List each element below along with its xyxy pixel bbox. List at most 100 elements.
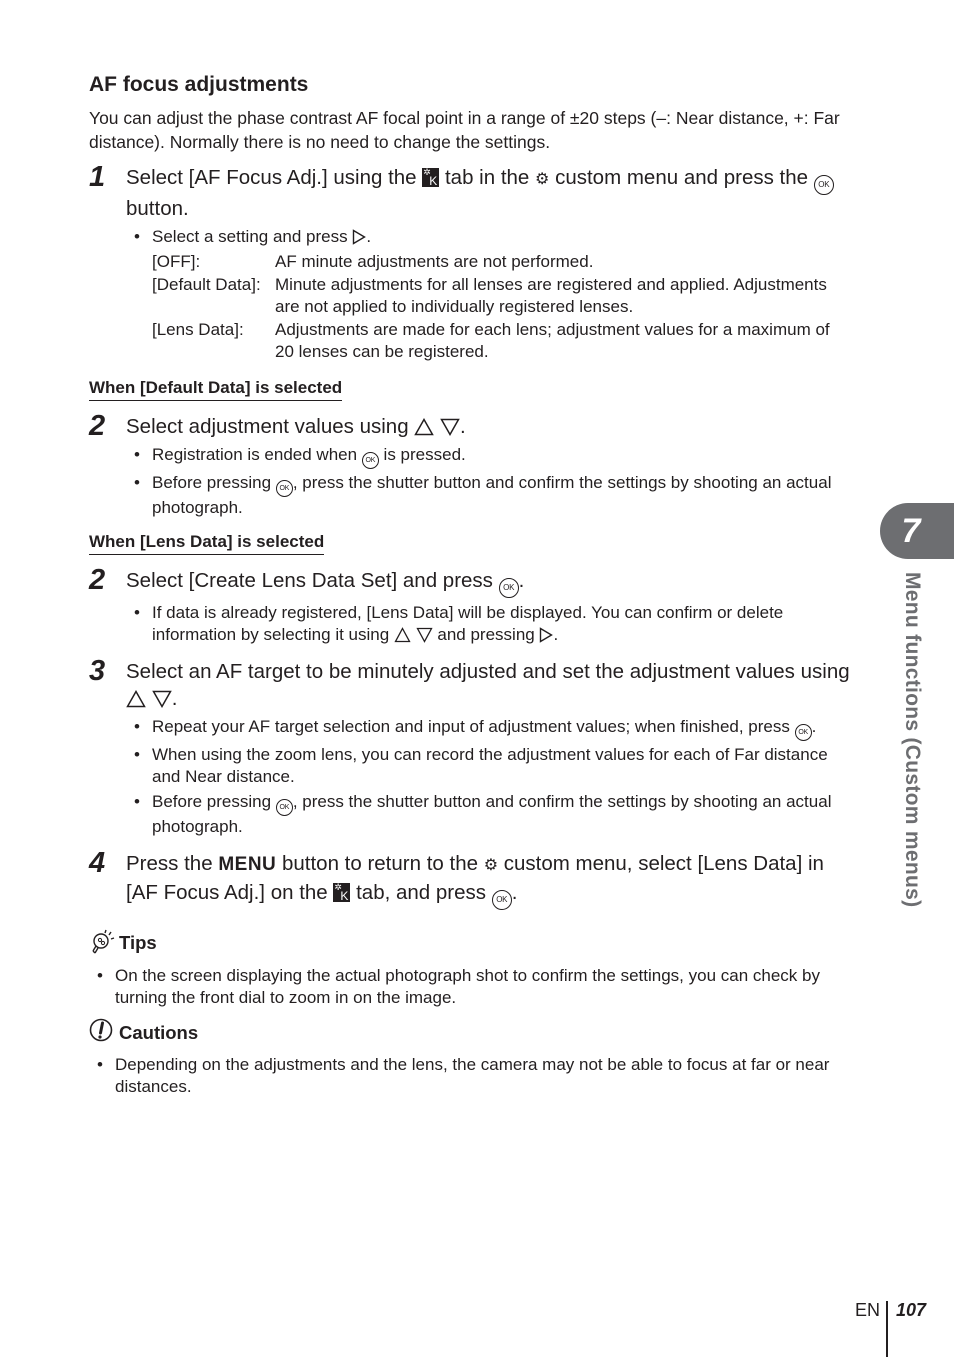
step-text: Select [Create Lens Data Set] and press …	[126, 567, 850, 598]
lens-step-3: 3 Select an AF target to be minutely adj…	[89, 654, 850, 838]
caution-icon	[89, 1017, 119, 1050]
option-term: [Lens Data]:	[152, 319, 244, 339]
cautions-list: Depending on the adjustments and the len…	[89, 1054, 850, 1098]
right-arrow-icon	[353, 229, 367, 245]
text-fragment: .	[511, 880, 518, 904]
lens-step-4: 4 Press the MENU button to return to the…	[89, 846, 850, 910]
step-number: 4	[89, 846, 106, 879]
option-term: [Default Data]:	[152, 274, 261, 294]
text-fragment: .	[811, 716, 817, 736]
step-text: Select [AF Focus Adj.] using the ✲ K tab …	[126, 164, 850, 222]
text-fragment: Select an AF target to be minutely adjus…	[126, 659, 850, 683]
bullet-item: When using the zoom lens, you can record…	[134, 744, 850, 788]
text-fragment: and pressing	[437, 624, 535, 644]
option-row: [Default Data]: Minute adjustments for al…	[152, 274, 850, 319]
lightbulb-icon	[89, 926, 119, 961]
tips-title: Tips	[119, 932, 157, 953]
text-fragment: Before pressing	[152, 791, 272, 811]
chapter-label: Menu functions (Custom menus)	[901, 572, 924, 908]
custom-menu-gear-icon: ⚙	[535, 171, 550, 188]
text-fragment: button.	[126, 197, 189, 220]
text-fragment: Select [Create Lens Data Set] and press	[126, 568, 493, 592]
ok-button-icon: OK	[361, 451, 379, 469]
lens-step-2: 2 Select [Create Lens Data Set] and pres…	[89, 563, 850, 646]
text-fragment: .	[518, 568, 525, 592]
step-text: Press the MENU button to return to the ⚙…	[126, 850, 850, 910]
subheading-default-data: When [Default Data] is selected	[89, 378, 343, 401]
bullet-item: Repeat your AF target selection and inpu…	[134, 716, 850, 741]
text-fragment: .	[553, 624, 559, 644]
chapter-tab: 7	[880, 503, 954, 559]
page-number: 107	[896, 1300, 927, 1320]
tip-item: On the screen displaying the actual phot…	[97, 965, 850, 1009]
up-arrow-icon	[126, 689, 146, 707]
af-tab-icon: ✲ K	[333, 881, 351, 903]
option-desc: Adjustments are made for each lens; adju…	[275, 319, 830, 362]
section-title: AF focus adjustments	[89, 72, 850, 98]
step-number: 2	[89, 563, 106, 596]
custom-menu-gear-icon: ⚙	[483, 856, 499, 874]
option-desc: Minute adjustments for all lenses are re…	[275, 274, 827, 317]
down-arrow-icon	[151, 690, 172, 708]
text-fragment: custom menu and press the	[555, 166, 809, 189]
text-fragment: .	[460, 414, 466, 438]
text-fragment: Before pressing	[152, 472, 272, 492]
option-term: [OFF]:	[152, 252, 201, 271]
bullet-item: Registration is ended when OK is pressed…	[134, 444, 850, 469]
intro-paragraph: You can adjust the phase contrast AF foc…	[89, 108, 840, 152]
step-1: 1 Select [AF Focus Adj.] using the ✲ K ta…	[89, 161, 850, 364]
text-fragment: Select [AF Focus Adj.] using the	[126, 166, 417, 189]
option-row: [Lens Data]: Adjustments are made for eac…	[152, 319, 850, 364]
text-fragment: Select a setting and press	[152, 227, 348, 246]
cautions-header: Cautions	[89, 1017, 850, 1050]
step-number: 2	[89, 409, 106, 442]
text-fragment: tab, and press	[356, 880, 487, 904]
ok-button-icon: OK	[491, 889, 512, 910]
down-arrow-icon	[416, 627, 433, 643]
cautions-title: Cautions	[119, 1022, 199, 1043]
default-step-2-bullets: Registration is ended when OK is pressed…	[126, 444, 850, 519]
tips-header: Tips	[89, 926, 850, 961]
step-text: Select an AF target to be minutely adjus…	[126, 658, 850, 712]
text-fragment: .	[171, 686, 178, 710]
text-fragment: When using the zoom lens, you can record…	[152, 744, 828, 786]
footer-language: EN	[855, 1300, 881, 1320]
step-number: 1	[89, 161, 106, 193]
tips-list: On the screen displaying the actual phot…	[89, 965, 850, 1009]
option-row: [OFF]: AF minute adjustments are not perf…	[152, 251, 850, 274]
right-arrow-icon	[540, 626, 554, 643]
text-fragment: Registration is ended when	[152, 444, 358, 464]
text-fragment: is pressed.	[383, 444, 466, 464]
text-fragment: button to return to the	[281, 851, 478, 875]
step-text: Select adjustment values using .	[126, 413, 850, 440]
step-1-bullets: Select a setting and press .	[126, 226, 850, 248]
af-tab-icon: ✲ K	[422, 167, 440, 188]
lens-step-3-bullets: Repeat your AF target selection and inpu…	[126, 716, 850, 838]
options-table: [OFF]: AF minute adjustments are not perf…	[152, 251, 850, 364]
option-desc: AF minute adjustments are not performed.	[275, 252, 594, 271]
lens-step-2-bullets: If data is already registered, [Lens Dat…	[126, 602, 850, 646]
footer-divider	[886, 1301, 888, 1357]
bullet-item: Before pressing OK, press the shutter bu…	[134, 472, 850, 519]
down-arrow-icon	[440, 418, 460, 436]
menu-button-label: MENU	[218, 853, 277, 875]
ok-button-icon: OK	[275, 479, 293, 497]
bullet-item: Before pressing OK, press the shutter bu…	[134, 791, 850, 838]
bullet-item: If data is already registered, [Lens Dat…	[134, 602, 850, 646]
text-fragment: Press the	[126, 851, 213, 875]
subheading-lens-data: When [Lens Data] is selected	[89, 532, 325, 555]
text-fragment: .	[366, 227, 372, 246]
up-arrow-icon	[414, 417, 435, 435]
step-number: 3	[89, 654, 106, 687]
text-fragment: Repeat your AF target selection and inpu…	[152, 716, 790, 736]
ok-button-icon: OK	[794, 723, 812, 741]
text-fragment: Select adjustment values using	[126, 414, 409, 438]
default-step-2: 2 Select adjustment values using . Regis…	[89, 409, 850, 519]
ok-button-icon: OK	[813, 175, 834, 195]
bullet-item: Select a setting and press .	[134, 226, 850, 248]
page-content: AF focus adjustments You can adjust the …	[89, 72, 850, 1098]
ok-button-icon: OK	[498, 577, 519, 598]
text-fragment: tab in the	[444, 166, 530, 189]
up-arrow-icon	[394, 626, 411, 642]
caution-item: Depending on the adjustments and the len…	[97, 1054, 850, 1098]
